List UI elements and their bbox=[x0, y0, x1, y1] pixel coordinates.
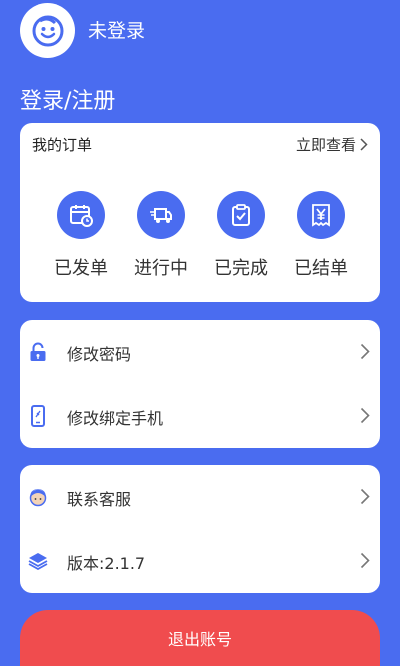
order-status-completed[interactable]: 已完成 bbox=[201, 191, 281, 281]
view-all-label: 立即查看 bbox=[295, 136, 356, 154]
chevron-right-icon bbox=[360, 488, 370, 505]
order-status-icon-bg bbox=[57, 191, 105, 239]
clipboard-check-icon bbox=[232, 204, 250, 226]
my-orders-card: 我的订单 立即查看 已发单 进行中 已完成 已结单 bbox=[20, 123, 380, 302]
view-all-orders-link[interactable]: 立即查看 bbox=[296, 134, 368, 155]
change-password-row[interactable]: 修改密码 bbox=[20, 320, 380, 384]
row-label: 修改密码 bbox=[67, 345, 132, 364]
phone-icon bbox=[28, 405, 48, 427]
account-settings-card: 修改密码 修改绑定手机 bbox=[20, 320, 380, 448]
order-status-label: 已结单 bbox=[294, 258, 348, 279]
version-row[interactable]: 版本:2.1.7 bbox=[20, 529, 380, 593]
lock-icon bbox=[28, 342, 48, 362]
order-status-icon-bg bbox=[297, 191, 345, 239]
order-status-settled[interactable]: 已结单 bbox=[281, 191, 361, 281]
order-status-in-progress[interactable]: 进行中 bbox=[121, 191, 201, 281]
avatar[interactable] bbox=[20, 3, 75, 58]
customer-service-icon bbox=[28, 487, 48, 507]
smiley-face-icon bbox=[32, 15, 63, 46]
order-status-label: 已完成 bbox=[214, 258, 268, 279]
order-status-label: 进行中 bbox=[134, 258, 188, 279]
logout-label: 退出账号 bbox=[167, 630, 232, 649]
username: 未登录 bbox=[88, 20, 146, 42]
chevron-right-icon bbox=[360, 138, 368, 151]
login-register-link[interactable]: 登录/注册 bbox=[20, 83, 115, 115]
row-label: 修改绑定手机 bbox=[67, 409, 164, 428]
order-status-icon-bg bbox=[137, 191, 185, 239]
layers-icon bbox=[28, 551, 48, 571]
order-status-label: 已发单 bbox=[54, 258, 108, 279]
orders-header: 我的订单 立即查看 bbox=[32, 134, 368, 154]
order-status-icon-bg bbox=[217, 191, 265, 239]
order-status-list: 已发单 进行中 已完成 已结单 bbox=[20, 191, 380, 281]
chevron-right-icon bbox=[360, 552, 370, 569]
logout-button[interactable]: 退出账号 bbox=[20, 610, 380, 666]
chevron-right-icon bbox=[360, 343, 370, 360]
contact-support-row[interactable]: 联系客服 bbox=[20, 465, 380, 529]
row-label: 联系客服 bbox=[67, 490, 132, 509]
user-header: 未登录 bbox=[0, 0, 400, 70]
calendar-clock-icon bbox=[70, 205, 93, 227]
delivery-truck-icon bbox=[150, 208, 172, 223]
change-bound-phone-row[interactable]: 修改绑定手机 bbox=[20, 384, 380, 448]
row-label: 版本:2.1.7 bbox=[67, 554, 146, 573]
support-card: 联系客服 版本:2.1.7 bbox=[20, 465, 380, 593]
order-status-sent[interactable]: 已发单 bbox=[41, 191, 121, 281]
yen-receipt-icon bbox=[312, 204, 330, 227]
chevron-right-icon bbox=[360, 407, 370, 424]
orders-title: 我的订单 bbox=[32, 136, 93, 154]
